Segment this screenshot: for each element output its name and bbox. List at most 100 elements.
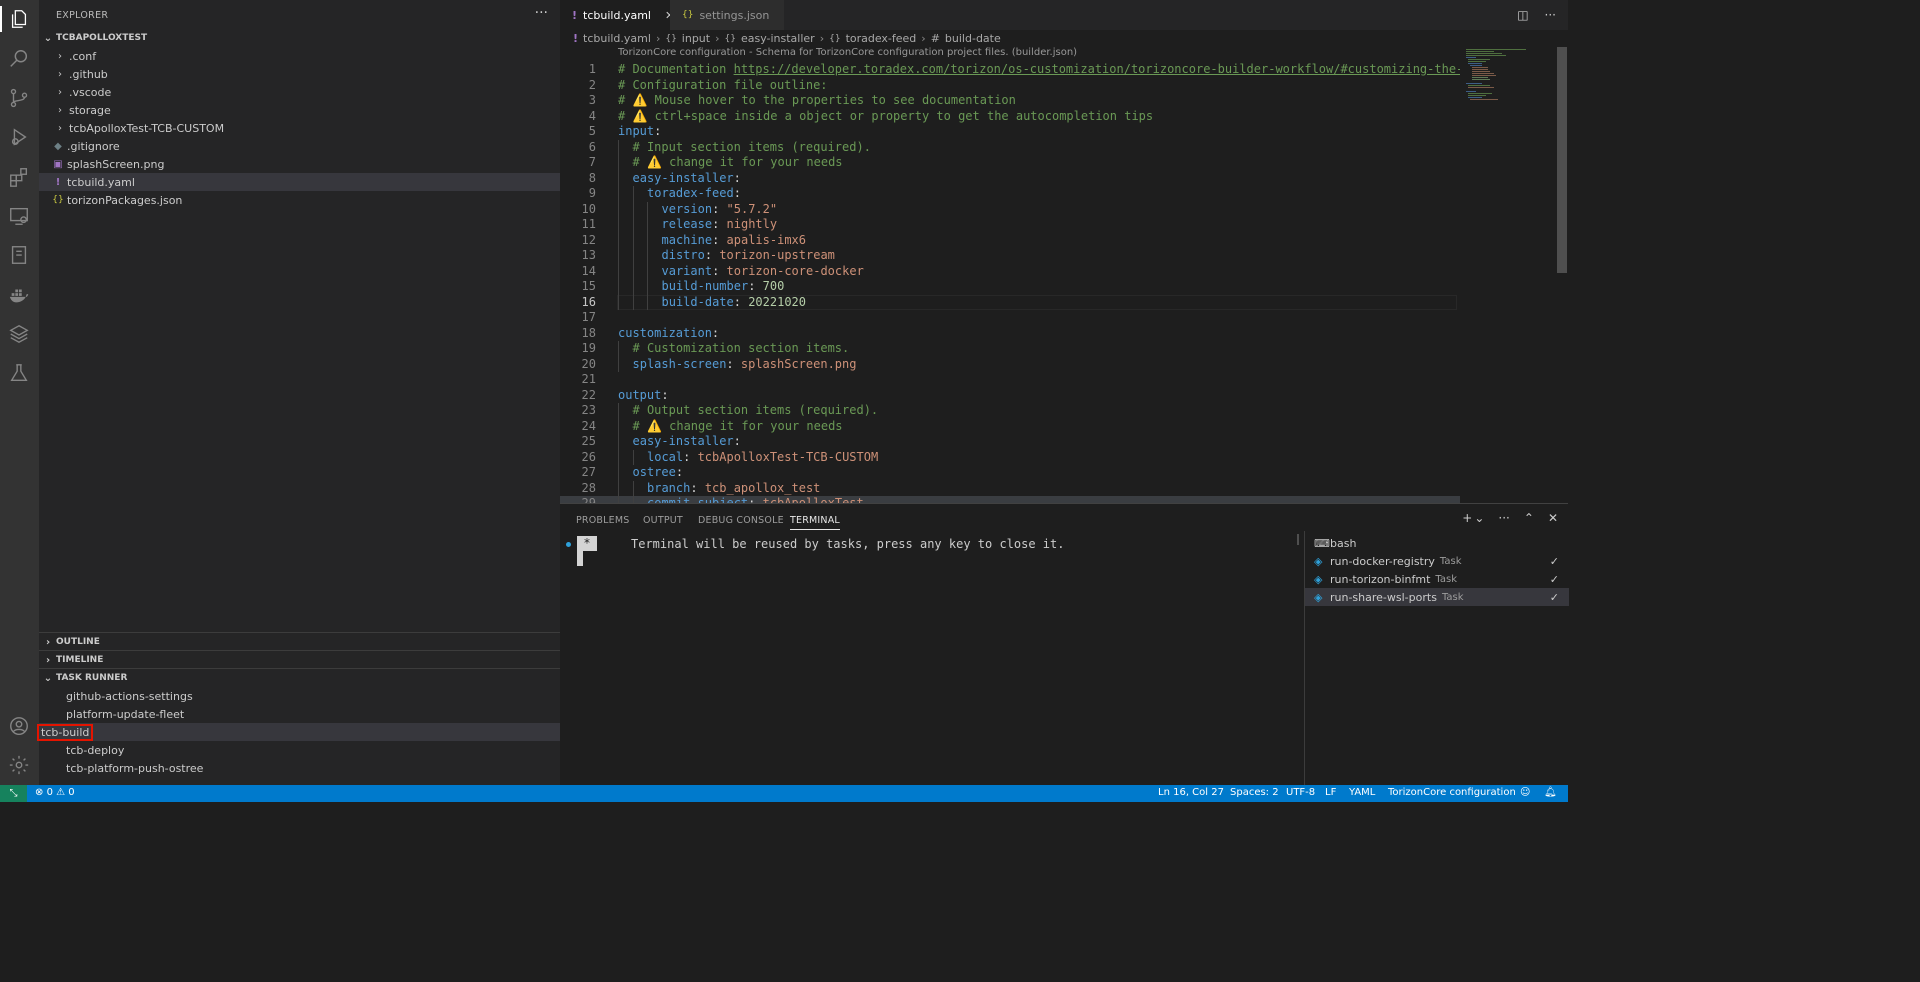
workspace-header[interactable]: ⌄ TCBAPOLLOXTEST	[39, 29, 560, 47]
code-line[interactable]: 6 # Input section items (required).	[560, 139, 1460, 155]
tree-item-storage[interactable]: › storage	[39, 101, 560, 119]
minimap[interactable]	[1460, 47, 1556, 503]
task-item[interactable]: github-actions-settings	[39, 687, 560, 705]
problems-status[interactable]: ⊗ 0 ⚠ 0	[35, 787, 75, 798]
code-line[interactable]: 23 # Output section items (required).	[560, 403, 1460, 419]
tree-item-torizonpackages[interactable]: {} torizonPackages.json	[39, 191, 560, 209]
terminal-item-task[interactable]: ◈ run-share-wsl-ports Task ✓	[1305, 588, 1569, 606]
code-line[interactable]: 19 # Customization section items.	[560, 341, 1460, 357]
code-line[interactable]: 1 # Documentation https://developer.torad…	[560, 62, 1460, 78]
maximize-panel-icon[interactable]: ⌃	[1524, 511, 1534, 525]
chevron-down-icon[interactable]: ⌄	[1474, 511, 1484, 525]
code-line[interactable]: 21	[560, 372, 1460, 388]
code-line[interactable]: 14 variant: torizon-core-docker	[560, 263, 1460, 279]
code-line[interactable]: 27 ostree:	[560, 465, 1460, 481]
task-item[interactable]: platform-update-fleet	[39, 705, 560, 723]
terminal-item-task[interactable]: ◈ run-torizon-binfmt Task ✓	[1305, 570, 1569, 588]
code-line[interactable]: 28 branch: tcb_apollox_test	[560, 480, 1460, 496]
task-item[interactable]: tcb-deploy	[39, 741, 560, 759]
torizon-icon[interactable]	[7, 322, 31, 346]
code-editor[interactable]: TorizonCore configuration - Schema for T…	[560, 47, 1460, 503]
code-line[interactable]: 5 input:	[560, 124, 1460, 140]
tab-terminal[interactable]: TERMINAL	[790, 515, 840, 530]
status-bar: ⤡ ⊗ 0 ⚠ 0 Ln 16, Col 27 Spaces: 2 UTF-8 …	[0, 785, 1568, 802]
breadcrumb-item[interactable]: build-date	[945, 32, 1001, 45]
code-token[interactable]: https://developer.toradex.com/torizon/os…	[734, 62, 1460, 76]
end-of-line[interactable]: LF	[1325, 787, 1336, 798]
cursor-position[interactable]: Ln 16, Col 27	[1158, 787, 1224, 798]
tab-tcbuild-yaml[interactable]: ! tcbuild.yaml ✕	[560, 0, 682, 30]
tab-debug-console[interactable]: DEBUG CONSOLE	[698, 515, 784, 526]
outline-header[interactable]: › OUTLINE	[39, 633, 560, 651]
code-line[interactable]: 7 # ⚠️ change it for your needs	[560, 155, 1460, 171]
new-terminal-icon[interactable]: +	[1462, 511, 1472, 525]
breadcrumb-item[interactable]: tcbuild.yaml	[583, 32, 651, 45]
terminal-scrollbar[interactable]	[1297, 534, 1299, 545]
code-line[interactable]: 13 distro: torizon-upstream	[560, 248, 1460, 264]
docker-icon[interactable]	[7, 283, 31, 307]
tab-problems[interactable]: PROBLEMS	[576, 515, 629, 526]
timeline-header[interactable]: › TIMELINE	[39, 651, 560, 669]
task-item-tcb-build[interactable]: tcb-build	[37, 723, 560, 741]
code-line[interactable]: 15 build-number: 700	[560, 279, 1460, 295]
code-line[interactable]: 8 easy-installer:	[560, 170, 1460, 186]
tree-item-conf[interactable]: › .conf	[39, 47, 560, 65]
remote-explorer-icon[interactable]	[7, 204, 31, 228]
tree-item-tcbuild[interactable]: ! tcbuild.yaml	[39, 173, 560, 191]
breadcrumb-item[interactable]: toradex-feed	[846, 32, 917, 45]
explorer-icon[interactable]	[7, 7, 31, 31]
language-mode[interactable]: YAML	[1349, 787, 1375, 798]
code-line[interactable]: 2 # Configuration file outline:	[560, 78, 1460, 94]
notifications-bell-icon[interactable]: 🔔︎	[1544, 787, 1557, 798]
encoding[interactable]: UTF-8	[1286, 787, 1315, 798]
breadcrumb-item[interactable]: easy-installer	[741, 32, 815, 45]
code-line[interactable]: 16 build-date: 20221020	[560, 294, 1460, 310]
split-editor-icon[interactable]: ◫	[1517, 8, 1528, 22]
tree-item-gitignore[interactable]: ◆ .gitignore	[39, 137, 560, 155]
schema-status[interactable]: TorizonCore configuration	[1388, 787, 1516, 798]
more-actions-icon[interactable]: ···	[535, 5, 548, 21]
source-control-icon[interactable]	[7, 86, 31, 110]
more-actions-icon[interactable]: ···	[1545, 8, 1556, 22]
run-debug-icon[interactable]	[7, 125, 31, 149]
tab-settings-json[interactable]: {} settings.json	[670, 0, 784, 30]
terminal-output[interactable]: Terminal will be reused by tasks, press …	[631, 537, 1064, 551]
code-line[interactable]: 17	[560, 310, 1460, 326]
settings-gear-icon[interactable]	[7, 753, 31, 777]
terminal-item-task[interactable]: ◈ run-docker-registry Task ✓	[1305, 552, 1569, 570]
code-line[interactable]: 25 easy-installer:	[560, 434, 1460, 450]
task-runner-header[interactable]: ⌄ TASK RUNNER	[39, 669, 560, 687]
editor-scroll-thumb[interactable]	[1557, 47, 1567, 273]
code-line[interactable]: 12 machine: apalis-imx6	[560, 232, 1460, 248]
more-actions-icon[interactable]: ···	[1498, 511, 1509, 525]
code-line[interactable]: 10 version: "5.7.2"	[560, 201, 1460, 217]
indentation[interactable]: Spaces: 2	[1230, 787, 1279, 798]
code-line[interactable]: 29 commit-subject: tcbApolloxTest	[560, 496, 1460, 503]
testing-icon[interactable]	[7, 361, 31, 385]
schema-codelens[interactable]: TorizonCore configuration - Schema for T…	[618, 47, 1077, 58]
search-icon[interactable]	[7, 47, 31, 71]
breadcrumb-item[interactable]: input	[682, 32, 710, 45]
task-item[interactable]: tcb-platform-push-ostree	[39, 759, 560, 777]
notebook-icon[interactable]	[7, 243, 31, 267]
close-panel-icon[interactable]: ✕	[1548, 511, 1558, 525]
code-line[interactable]: 26 local: tcbApolloxTest-TCB-CUSTOM	[560, 449, 1460, 465]
code-line[interactable]: 3 # ⚠️ Mouse hover to the properties to s…	[560, 93, 1460, 109]
remote-indicator[interactable]: ⤡	[0, 785, 27, 802]
code-line[interactable]: 11 release: nightly	[560, 217, 1460, 233]
code-line[interactable]: 9 toradex-feed:	[560, 186, 1460, 202]
tree-item-splashscreen[interactable]: ▣ splashScreen.png	[39, 155, 560, 173]
tab-output[interactable]: OUTPUT	[643, 515, 683, 526]
tree-item-vscode[interactable]: › .vscode	[39, 83, 560, 101]
tree-item-github[interactable]: › .github	[39, 65, 560, 83]
code-line[interactable]: 24 # ⚠️ change it for your needs	[560, 418, 1460, 434]
extensions-icon[interactable]	[7, 165, 31, 189]
feedback-icon[interactable]: ☺	[1520, 787, 1530, 798]
account-icon[interactable]	[7, 714, 31, 738]
code-line[interactable]: 4 # ⚠️ ctrl+space inside a object or prop…	[560, 109, 1460, 125]
code-line[interactable]: 18 customization:	[560, 326, 1460, 342]
code-line[interactable]: 20 splash-screen: splashScreen.png	[560, 356, 1460, 372]
terminal-item-bash[interactable]: ⌨ bash	[1305, 534, 1569, 552]
code-line[interactable]: 22 output:	[560, 388, 1460, 404]
tree-item-tcb-custom[interactable]: › tcbApolloxTest-TCB-CUSTOM	[39, 119, 560, 137]
